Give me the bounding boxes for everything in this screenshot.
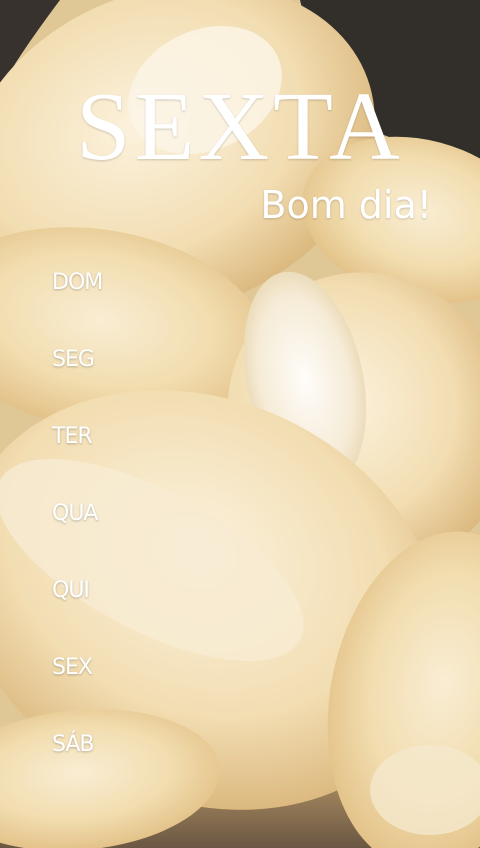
- day-title: SEXTA: [76, 73, 404, 181]
- weekday-item-qui[interactable]: QUI: [52, 576, 102, 653]
- weekday-list: DOM SEG TER QUA QUI SEX SÁB: [52, 268, 103, 807]
- weekday-item-dom[interactable]: DOM: [52, 268, 103, 345]
- greeting-text: Bom dia!: [260, 183, 432, 227]
- weekday-item-sex[interactable]: SEX: [52, 653, 102, 730]
- weekday-item-qua[interactable]: QUA: [52, 499, 102, 576]
- status-screen: SEXTA Bom dia! DOM SEG TER QUA QUI SEX S…: [0, 0, 480, 848]
- weekday-item-ter[interactable]: TER: [52, 422, 102, 499]
- weekday-item-sab[interactable]: SÁB: [52, 730, 102, 807]
- weekday-item-seg[interactable]: SEG: [52, 345, 102, 422]
